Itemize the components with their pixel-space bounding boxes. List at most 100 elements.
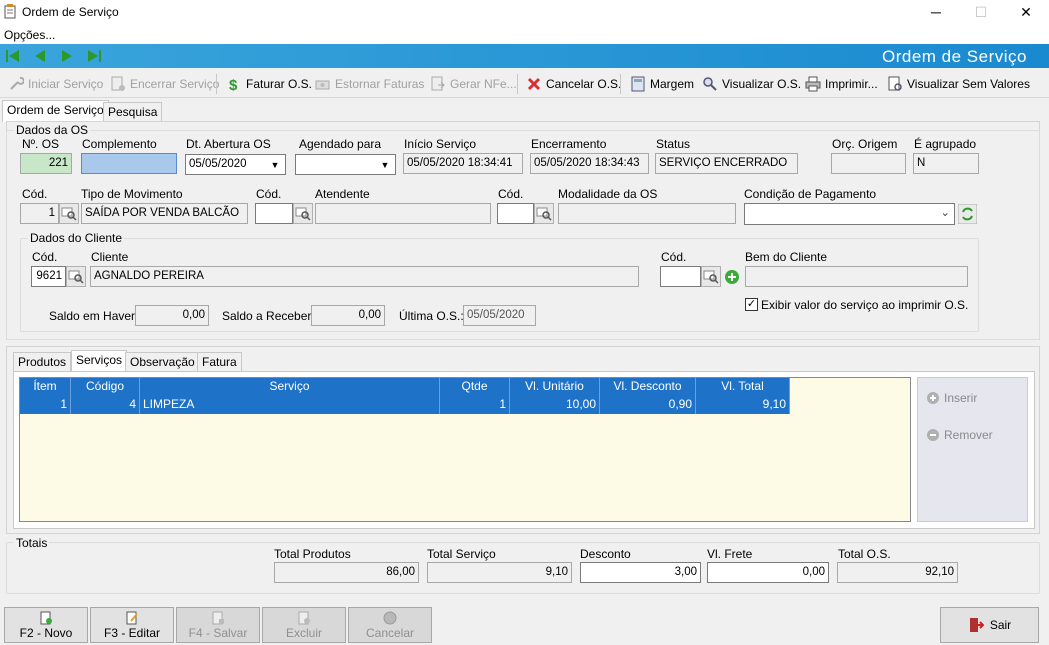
table-cell-vl-unitario[interactable]: 10,00 xyxy=(510,396,600,414)
tipo-cod-field[interactable]: 1 xyxy=(20,203,59,224)
table-cell-vl-desconto[interactable]: 0,90 xyxy=(600,396,696,414)
money-refund-icon xyxy=(315,80,330,90)
abertura-date-picker[interactable]: 05/05/2020 ▼ xyxy=(185,154,286,175)
inicio-label: Início Serviço xyxy=(404,137,477,151)
col-header-vl-total[interactable]: Vl. Total xyxy=(696,378,790,396)
exibir-valor-checkbox[interactable]: ✓ xyxy=(745,298,758,311)
gerar-nfe-button[interactable]: Gerar NFe... xyxy=(430,75,517,93)
table-cell-codigo[interactable]: 4 xyxy=(71,396,140,414)
atendente-cod-input[interactable] xyxy=(255,203,293,224)
cliente-cod-input[interactable]: 9621 xyxy=(31,266,66,287)
inserir-button[interactable]: Inserir xyxy=(926,391,977,405)
frete-label: Vl. Frete xyxy=(707,547,753,561)
imprimir-button[interactable]: Imprimir... xyxy=(805,75,878,93)
chevron-down-icon[interactable]: ⌄ xyxy=(940,204,950,223)
complemento-input[interactable] xyxy=(81,153,177,174)
modalidade-lookup-icon[interactable] xyxy=(534,203,554,224)
status-label: Status xyxy=(656,137,691,151)
toolbar-separator xyxy=(620,74,621,94)
condicao-select[interactable]: ⌄ xyxy=(744,203,955,225)
cancelar-os-button[interactable]: Cancelar O.S. xyxy=(526,75,621,93)
novo-label: F2 - Novo xyxy=(19,626,73,640)
menu-opcoes[interactable]: Opções... xyxy=(4,28,55,42)
encerrar-servico-button[interactable]: Encerrar Serviço xyxy=(110,75,219,93)
num-os-label: Nº. OS xyxy=(22,137,60,151)
chevron-down-icon[interactable]: ▼ xyxy=(266,156,284,173)
atendente-lookup-icon[interactable] xyxy=(293,203,313,224)
excluir-label: Excluir xyxy=(285,626,322,640)
col-header-vl-unitario[interactable]: Vl. Unitário xyxy=(510,378,600,396)
tab-produtos[interactable]: Produtos xyxy=(13,352,72,372)
close-button[interactable]: ✕ xyxy=(1003,0,1049,24)
modalidade-field xyxy=(558,203,736,224)
add-circle-icon xyxy=(927,392,939,404)
saldo-haver-field: 0,00 xyxy=(135,305,209,326)
tab-servicos[interactable]: Serviços xyxy=(71,350,128,372)
num-os-field: 221 xyxy=(20,153,72,174)
editar-label: F3 - Editar xyxy=(103,626,160,640)
bem-lookup-icon[interactable] xyxy=(701,266,721,287)
agrupado-field: N xyxy=(913,153,979,174)
tab-observacao[interactable]: Observação xyxy=(125,352,200,372)
dollar-icon: $ xyxy=(229,77,238,92)
col-header-qtde[interactable]: Qtde xyxy=(440,378,510,396)
tab-ordem-de-servico[interactable]: Ordem de Serviço xyxy=(2,100,109,122)
printer-icon xyxy=(805,76,821,92)
frete-input[interactable]: 0,00 xyxy=(707,562,829,583)
desconto-input[interactable]: 3,00 xyxy=(580,562,701,583)
bem-cod-input[interactable] xyxy=(660,266,701,287)
imprimir-label: Imprimir... xyxy=(825,77,878,91)
refresh-icon[interactable] xyxy=(958,204,977,224)
totais-group-label: Totais xyxy=(14,536,50,550)
margem-button[interactable]: Margem xyxy=(630,75,694,93)
table-cell-servico[interactable]: LIMPEZA xyxy=(140,396,440,414)
previous-record-icon[interactable] xyxy=(30,46,50,66)
cancelar-button[interactable]: Cancelar xyxy=(348,607,432,643)
estornar-faturas-label: Estornar Faturas xyxy=(335,77,425,91)
tipo-cod-label: Cód. xyxy=(22,187,48,201)
visualizar-sem-valores-button[interactable]: Visualizar Sem Valores xyxy=(887,75,1030,93)
magnifier-icon xyxy=(703,77,717,91)
table-cell-item[interactable]: 1 xyxy=(20,396,71,414)
add-circle-icon[interactable] xyxy=(724,269,740,285)
remover-button[interactable]: Remover xyxy=(926,428,993,442)
maximize-button[interactable]: ☐ xyxy=(958,0,1004,24)
excluir-button[interactable]: Excluir xyxy=(262,607,346,643)
total-os-label: Total O.S. xyxy=(838,547,891,561)
agendado-date-picker[interactable]: / / ▼ xyxy=(295,154,396,175)
next-record-icon[interactable] xyxy=(57,46,77,66)
estornar-faturas-button[interactable]: Estornar Faturas xyxy=(315,75,424,93)
iniciar-servico-button[interactable]: Iniciar Serviço xyxy=(8,75,103,93)
col-header-codigo[interactable]: Código xyxy=(71,378,140,396)
novo-button[interactable]: F2 - Novo xyxy=(4,607,88,643)
cliente-lookup-icon[interactable] xyxy=(66,266,86,287)
table-cell-qtde[interactable]: 1 xyxy=(440,396,510,414)
visualizar-os-button[interactable]: Visualizar O.S. xyxy=(702,75,801,93)
modalidade-cod-input[interactable] xyxy=(497,203,534,224)
tab-fatura[interactable]: Fatura xyxy=(197,352,242,372)
cancel-circle-icon xyxy=(383,611,397,625)
toolbar-separator xyxy=(216,74,217,94)
total-produtos-label: Total Produtos xyxy=(274,547,351,561)
last-record-icon[interactable] xyxy=(84,46,104,66)
iniciar-servico-label: Iniciar Serviço xyxy=(28,77,104,91)
ultima-os-field: 05/05/2020 xyxy=(463,305,536,326)
chevron-down-icon[interactable]: ▼ xyxy=(376,156,394,173)
faturar-button[interactable]: $ Faturar O.S. xyxy=(226,75,312,93)
bem-cod-label: Cód. xyxy=(661,250,687,264)
sair-button[interactable]: Sair xyxy=(940,607,1039,643)
wrench-icon xyxy=(10,76,24,90)
atendente-label: Atendente xyxy=(315,187,370,201)
tipo-lookup-icon[interactable] xyxy=(59,203,79,224)
table-cell-vl-total[interactable]: 9,10 xyxy=(696,396,790,414)
col-header-item[interactable]: Ítem xyxy=(20,378,71,396)
minimize-button[interactable]: ─ xyxy=(913,0,959,24)
salvar-button[interactable]: F4 - Salvar xyxy=(176,607,260,643)
faturar-label: Faturar O.S. xyxy=(246,77,313,91)
editar-button[interactable]: F3 - Editar xyxy=(90,607,174,643)
exit-door-icon xyxy=(969,618,984,632)
col-header-servico[interactable]: Serviço xyxy=(140,378,440,396)
col-header-vl-desconto[interactable]: Vl. Desconto xyxy=(600,378,696,396)
tab-pesquisa[interactable]: Pesquisa xyxy=(103,102,163,122)
first-record-icon[interactable] xyxy=(3,46,23,66)
